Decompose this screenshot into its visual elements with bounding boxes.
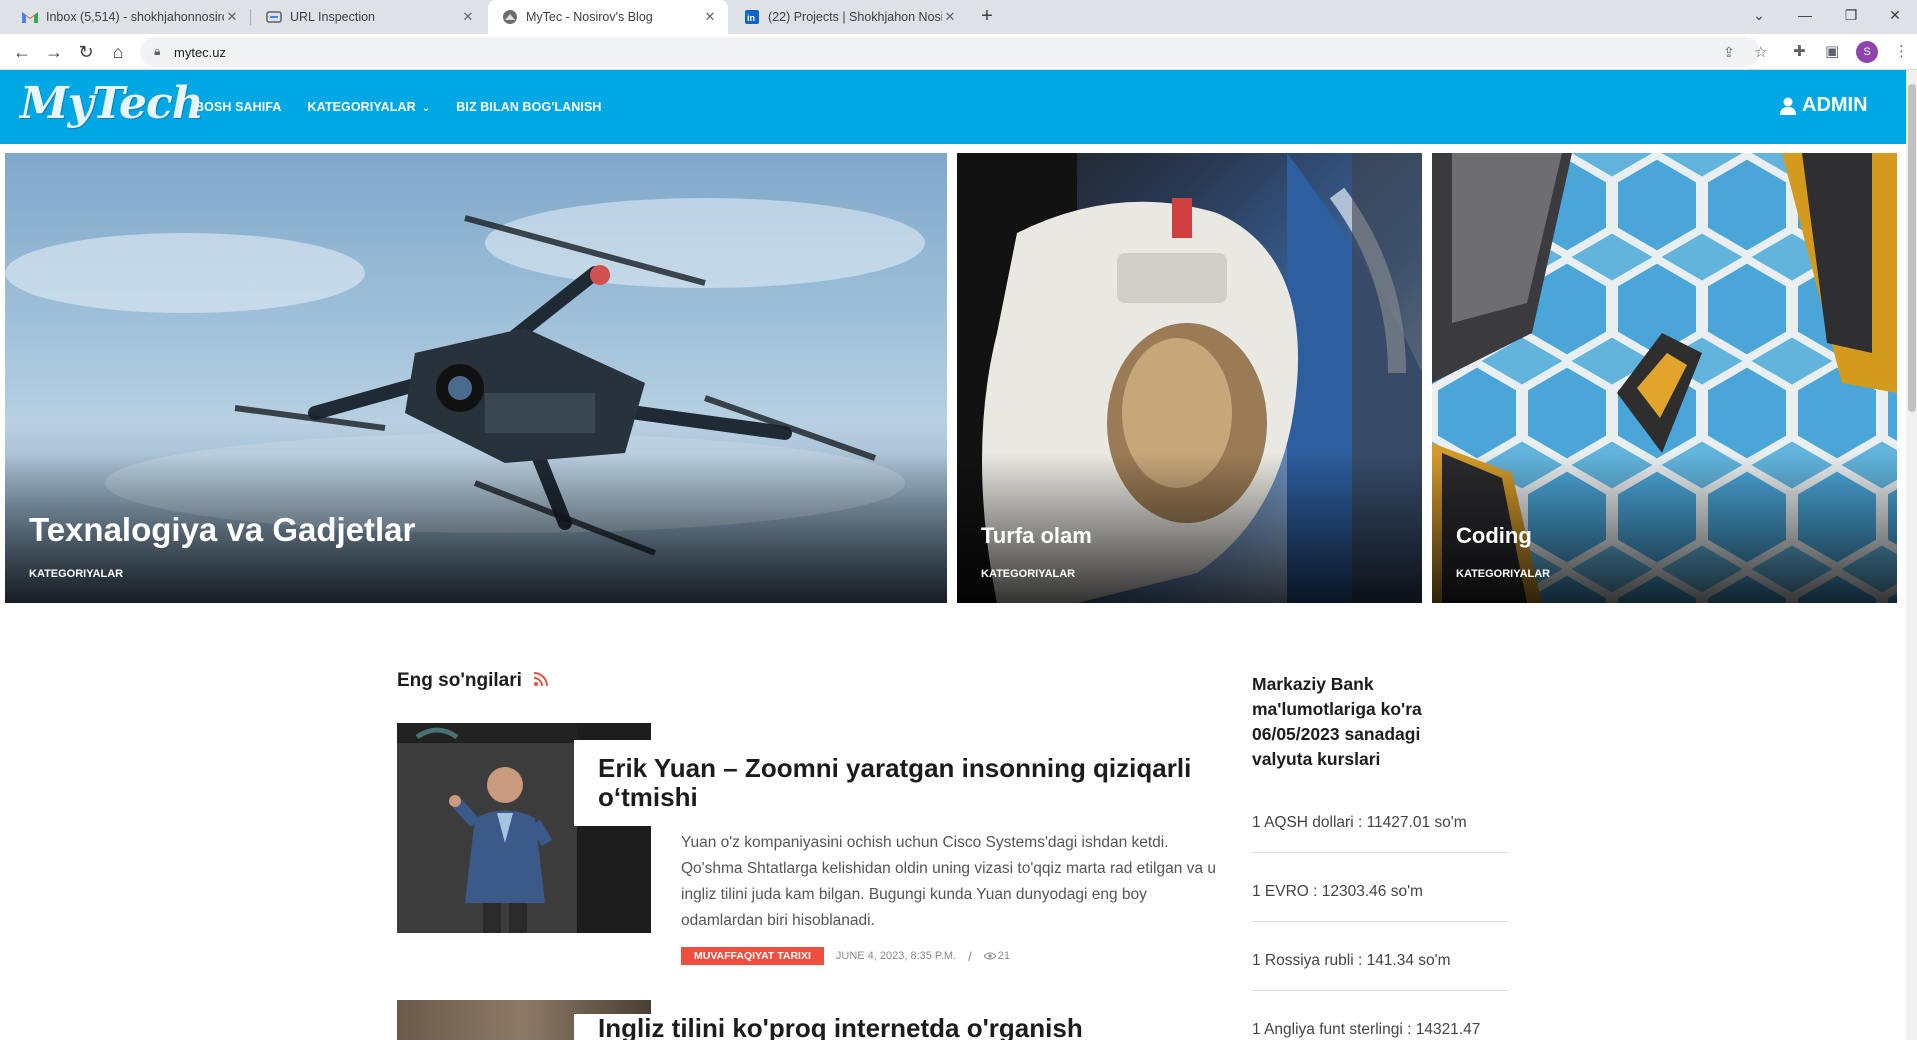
minimize-button[interactable]: — bbox=[1782, 0, 1828, 30]
admin-label: ADMIN bbox=[1802, 94, 1868, 116]
nav-contact[interactable]: BIZ BILAN BOG'LANISH bbox=[456, 100, 601, 114]
main-nav: BOSH SAHIFA KATEGORIYALAR ⌄ BIZ BILAN BOG… bbox=[195, 100, 602, 114]
rate-item: 1 EVRO : 12303.46 so'm bbox=[1252, 883, 1508, 922]
forward-arrow-icon[interactable]: → bbox=[40, 38, 68, 66]
address-bar[interactable]: 🔒︎ mytec.uz ⇪ ☆ bbox=[140, 37, 1767, 67]
post-title[interactable]: Erik Yuan – Zoomni yaratgan insonning qi… bbox=[598, 754, 1200, 812]
close-icon[interactable]: ✕ bbox=[942, 9, 958, 25]
chevron-down-icon: ⌄ bbox=[421, 103, 431, 114]
site-logo[interactable]: MyTech bbox=[20, 78, 204, 129]
post-meta: MUVAFFAQIYAT TARIXI JUNE 4, 2023, 8:35 P… bbox=[681, 947, 1010, 965]
browser-menu-icon[interactable]: ⋮ bbox=[1894, 42, 1909, 60]
post-title-box: Erik Yuan – Zoomni yaratgan insonning qi… bbox=[574, 740, 1224, 826]
site-favicon bbox=[502, 9, 518, 25]
nav-categories[interactable]: KATEGORIYALAR ⌄ bbox=[308, 100, 431, 114]
latest-heading: Eng so'ngilari bbox=[397, 670, 522, 691]
back-arrow-icon[interactable]: ← bbox=[8, 38, 36, 66]
browser-toolbar: ← → ↻ ⌂ 🔒︎ mytec.uz ⇪ ☆ ✚ ▣ ⋮ bbox=[0, 34, 1917, 70]
bookmark-star-icon[interactable]: ☆ bbox=[1754, 43, 1767, 61]
scrollbar-thumb[interactable] bbox=[1908, 84, 1916, 412]
hero-title[interactable]: Coding bbox=[1456, 523, 1532, 549]
meta-separator: / bbox=[968, 948, 972, 964]
browser-tab-strip: Inbox (5,514) - shokhjahonnosirov ✕ URL … bbox=[0, 0, 1917, 34]
tab-mytec[interactable]: MyTec - Nosirov's Blog ✕ bbox=[488, 0, 728, 34]
home-icon[interactable]: ⌂ bbox=[104, 38, 132, 66]
search-console-icon bbox=[266, 9, 282, 25]
tab-title: URL Inspection bbox=[290, 10, 375, 24]
admin-link[interactable]: ADMIN bbox=[1780, 94, 1868, 117]
rate-item: 1 Rossiya rubli : 141.34 so'm bbox=[1252, 952, 1508, 991]
tab-separator bbox=[250, 9, 251, 25]
nav-categories-label: KATEGORIYALAR bbox=[307, 100, 416, 114]
tab-gmail[interactable]: Inbox (5,514) - shokhjahonnosirov ✕ bbox=[8, 0, 250, 34]
tab-url-inspection[interactable]: URL Inspection ✕ bbox=[252, 0, 486, 34]
close-window-button[interactable]: ✕ bbox=[1872, 0, 1917, 30]
hero-card-coding[interactable]: Coding KATEGORIYALAR bbox=[1432, 153, 1897, 603]
tab-title: MyTec - Nosirov's Blog bbox=[526, 10, 653, 24]
new-tab-button[interactable]: + bbox=[975, 5, 999, 29]
restore-button[interactable]: ❐ bbox=[1828, 0, 1874, 30]
post-title-box: Ingliz tilini ko'proq internetda o'rgani… bbox=[574, 1014, 1224, 1040]
lock-icon: 🔒︎ bbox=[154, 44, 161, 58]
hero-category[interactable]: KATEGORIYALAR bbox=[29, 568, 123, 580]
post-title[interactable]: Ingliz tilini ko'proq internetda o'rgani… bbox=[598, 1014, 1200, 1040]
reload-icon[interactable]: ↻ bbox=[72, 38, 100, 66]
side-panel-icon[interactable]: ▣ bbox=[1825, 42, 1839, 60]
eye-icon bbox=[983, 952, 996, 960]
post-date: JUNE 4, 2023, 8:35 P.M. bbox=[835, 950, 957, 962]
hero-title[interactable]: Texnalogiya va Gadjetlar bbox=[29, 511, 415, 549]
profile-avatar[interactable]: S bbox=[1856, 41, 1878, 63]
hero-card-tech[interactable]: Texnalogiya va Gadjetlar KATEGORIYALAR bbox=[5, 153, 947, 603]
close-icon[interactable]: ✕ bbox=[224, 9, 240, 25]
rate-item: 1 AQSH dollari : 11427.01 so'm bbox=[1252, 814, 1508, 853]
nav-home[interactable]: BOSH SAHIFA bbox=[195, 100, 282, 114]
hero-card-world[interactable]: Turfa olam KATEGORIYALAR bbox=[957, 153, 1422, 603]
post-excerpt: Yuan o'z kompaniyasini ochish uchun Cisc… bbox=[681, 834, 1216, 929]
user-icon bbox=[1780, 97, 1796, 115]
tab-search-chevron-icon[interactable]: ⌄ bbox=[1736, 0, 1782, 30]
svg-text:in: in bbox=[747, 13, 755, 23]
tab-title: (22) Projects | Shokhjahon Nosirov bbox=[768, 10, 942, 24]
tab-title: Inbox (5,514) - shokhjahonnosirov bbox=[46, 10, 224, 24]
post-category-tag[interactable]: MUVAFFAQIYAT TARIXI bbox=[681, 947, 824, 965]
hero-category[interactable]: KATEGORIYALAR bbox=[981, 568, 1075, 580]
hero-category[interactable]: KATEGORIYALAR bbox=[1456, 568, 1550, 580]
rates-heading: Markaziy Bank ma'lumotlariga ko'ra 06/05… bbox=[1252, 674, 1422, 769]
close-icon[interactable]: ✕ bbox=[702, 9, 718, 25]
views-counter: 21 bbox=[983, 950, 1011, 962]
tab-linkedin[interactable]: in (22) Projects | Shokhjahon Nosirov ✕ bbox=[730, 0, 968, 34]
site-header: MyTech BOSH SAHIFA KATEGORIYALAR ⌄ BIZ BI… bbox=[0, 70, 1906, 144]
views-count: 21 bbox=[997, 950, 1011, 962]
linkedin-icon: in bbox=[744, 9, 760, 25]
gmail-icon bbox=[22, 9, 38, 25]
close-icon[interactable]: ✕ bbox=[460, 9, 476, 25]
url-text: mytec.uz bbox=[174, 45, 227, 60]
share-icon[interactable]: ⇪ bbox=[1723, 44, 1735, 61]
extensions-puzzle-icon[interactable]: ✚ bbox=[1793, 42, 1806, 60]
rss-icon[interactable] bbox=[534, 672, 548, 686]
rate-item: 1 Angliya funt sterlingi : 14321.47 bbox=[1252, 1021, 1481, 1038]
hero-title[interactable]: Turfa olam bbox=[981, 523, 1092, 549]
